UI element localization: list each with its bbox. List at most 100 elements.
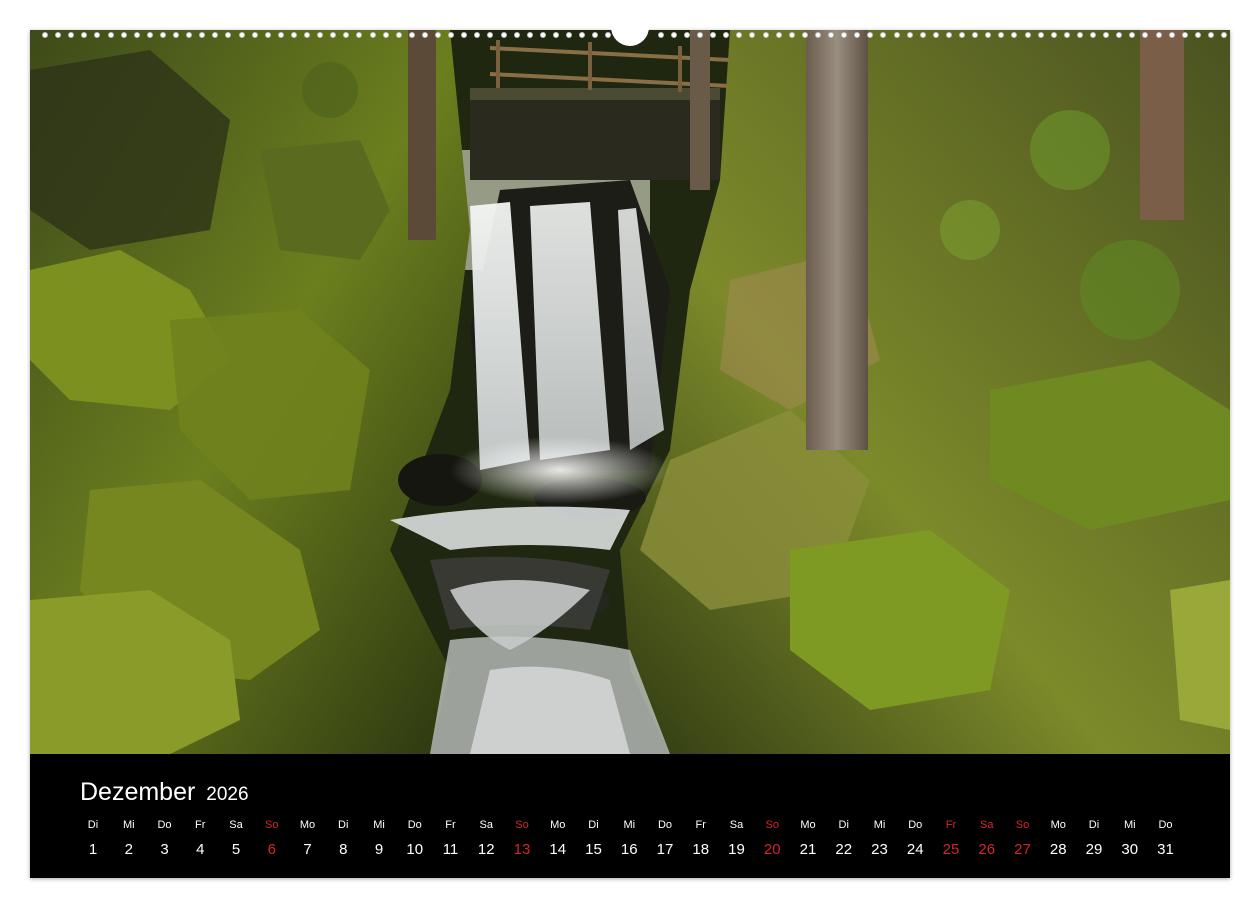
day-number: 31	[1157, 841, 1174, 858]
calendar-strip: Dezember 2026 Di 1 Mi 2 Do 3 Fr 4 Sa 5 So 6 Mo 7 Di 8 Mi…	[30, 754, 1230, 878]
weekday-label: Fr	[945, 819, 957, 831]
day-number: 23	[871, 841, 888, 858]
weekday-label: Sa	[229, 819, 243, 831]
day-cell: So 13	[507, 818, 537, 860]
weekday-label: Fr	[445, 819, 456, 831]
weekday-label: So	[265, 819, 279, 831]
day-cell: Mo 28	[1043, 818, 1073, 860]
day-cell: Di 8	[328, 818, 358, 860]
day-cell: Mo 21	[793, 818, 823, 860]
day-number: 17	[656, 841, 674, 858]
day-cell: Sa 19	[722, 818, 752, 860]
weekday-label: Mo	[550, 819, 566, 831]
weekday-label: Do	[157, 819, 172, 831]
day-number: 2	[124, 841, 133, 858]
month-name: Dezember	[80, 778, 196, 806]
weekday-label: Di	[87, 819, 99, 831]
day-cell: Do 17	[650, 818, 680, 860]
tree-trunk	[806, 30, 868, 450]
weekday-label: So	[1015, 819, 1030, 831]
waterfall-illustration	[30, 30, 1230, 754]
day-cell: Do 24	[900, 818, 930, 860]
day-number: 1	[88, 841, 98, 858]
day-number: 12	[477, 841, 495, 858]
weekday-label: So	[765, 819, 779, 831]
weekday-label: Fr	[695, 819, 706, 831]
day-cell: So 6	[257, 818, 287, 860]
waterfall-photo	[30, 30, 1230, 754]
day-number: 5	[231, 841, 241, 858]
weekday-label: Mi	[373, 819, 385, 831]
day-number: 24	[906, 841, 924, 858]
day-number: 22	[835, 841, 853, 858]
day-number: 25	[942, 841, 960, 858]
day-number: 11	[442, 841, 459, 858]
day-cell: Sa 5	[221, 818, 251, 860]
day-cell: Mo 14	[543, 818, 573, 860]
day-number: 7	[303, 841, 312, 858]
day-number: 27	[1014, 841, 1031, 858]
day-number: 9	[374, 841, 384, 858]
day-number: 19	[728, 841, 745, 858]
day-number: 28	[1049, 841, 1067, 858]
day-cell: So 20	[757, 818, 787, 860]
day-number: 29	[1085, 841, 1103, 858]
day-cell: Mi 2	[114, 818, 144, 860]
day-cell: Mi 16	[614, 818, 644, 860]
day-number: 15	[585, 841, 602, 858]
day-number: 14	[549, 841, 567, 858]
day-cell: Sa 26	[972, 818, 1002, 860]
weekday-label: Mi	[623, 819, 636, 831]
year: 2026	[206, 784, 249, 805]
waterfall	[450, 202, 670, 504]
weekday-label: Sa	[980, 819, 994, 831]
day-cell: Di 1	[78, 818, 108, 860]
day-cell: Sa 12	[471, 818, 501, 860]
day-cell: Di 15	[579, 818, 609, 860]
day-cell: Fr 11	[436, 818, 466, 860]
weekday-label: Mi	[873, 819, 886, 831]
day-cell: Do 3	[150, 818, 180, 860]
day-cell: Fr 25	[936, 818, 966, 860]
weekday-label: Di	[1088, 819, 1100, 831]
day-cell: Do 31	[1151, 818, 1181, 860]
weekday-label: Di	[338, 819, 349, 831]
weekday-label: Mi	[1123, 819, 1136, 831]
weekday-label: Sa	[479, 819, 493, 831]
weekday-label: Sa	[729, 819, 744, 831]
day-number: 3	[160, 841, 169, 858]
day-number: 10	[406, 841, 424, 858]
day-number: 21	[799, 841, 817, 858]
weekday-label: Fr	[195, 819, 206, 831]
weekday-label: Mo	[1050, 819, 1066, 831]
day-cell: Fr 18	[686, 818, 716, 860]
weekday-label: Do	[657, 819, 673, 831]
weekday-label: Di	[838, 819, 849, 831]
day-number: 30	[1121, 841, 1139, 858]
day-number: 6	[267, 841, 276, 858]
weekday-label: Di	[588, 819, 599, 831]
day-number: 4	[196, 841, 205, 858]
day-number: 20	[763, 841, 781, 858]
weekday-label: So	[515, 819, 529, 831]
day-cell: Mi 30	[1115, 818, 1145, 860]
weekday-label: Mi	[122, 819, 135, 831]
day-number: 13	[513, 841, 531, 858]
weekday-label: Do	[1158, 819, 1173, 831]
weekday-label: Do	[407, 819, 422, 831]
day-cell: Di 29	[1079, 818, 1109, 860]
day-cell: Do 10	[400, 818, 430, 860]
day-cell: Mi 9	[364, 818, 394, 860]
day-number: 26	[978, 841, 996, 858]
day-cell: Mo 7	[293, 818, 323, 860]
day-cell: Di 22	[829, 818, 859, 860]
weekday-label: Mo	[299, 819, 316, 831]
day-number: 16	[620, 841, 638, 858]
weekday-label: Do	[908, 819, 923, 831]
weekday-label: Mo	[800, 819, 816, 831]
day-cell: So 27	[1008, 818, 1038, 860]
day-number: 18	[692, 841, 710, 858]
calendar-page: Dezember 2026 Di 1 Mi 2 Do 3 Fr 4 Sa 5 So 6 Mo 7 Di 8 Mi…	[30, 30, 1230, 878]
day-number: 8	[339, 841, 348, 858]
day-cell: Fr 4	[185, 818, 215, 860]
